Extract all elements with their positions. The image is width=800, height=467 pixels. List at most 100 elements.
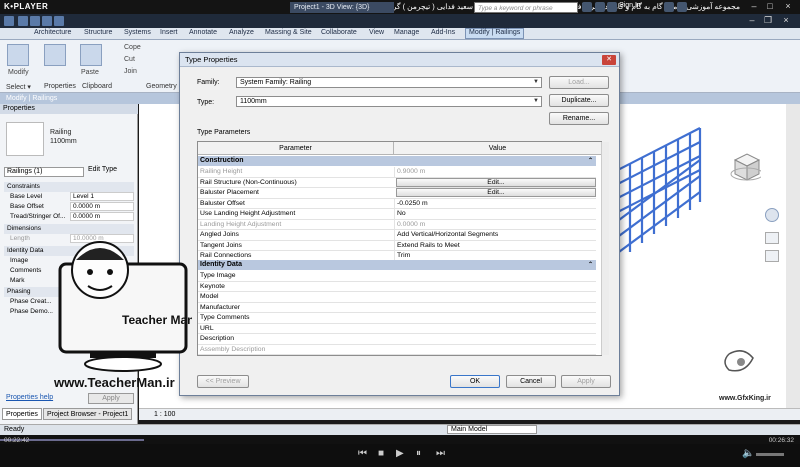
- tab-systems[interactable]: Systems: [124, 29, 151, 36]
- parameter-row[interactable]: Angled Joins Add Vertical/Horizontal Segm…: [198, 230, 596, 241]
- redo-icon[interactable]: [54, 16, 64, 26]
- parameter-row[interactable]: Use Landing Height Adjustment No: [198, 209, 596, 220]
- search-input[interactable]: Type a keyword or phrase: [474, 2, 578, 13]
- tab-analyze[interactable]: Analyze: [229, 29, 254, 36]
- parameter-row[interactable]: Tangent Joins Extend Rails to Meet: [198, 240, 596, 251]
- parameter-row[interactable]: Type Image: [198, 271, 596, 282]
- view-scale[interactable]: 1 : 100: [154, 411, 175, 418]
- open-icon[interactable]: [18, 16, 28, 26]
- railing-model[interactable]: [600, 118, 760, 288]
- tab-manage[interactable]: Manage: [394, 29, 419, 36]
- tab-project-browser[interactable]: Project Browser - Project1: [43, 408, 133, 420]
- steering-wheel-icon[interactable]: [765, 208, 779, 222]
- table-scrollbar[interactable]: [601, 142, 609, 355]
- instance-filter-dropdown[interactable]: Railings (1): [4, 167, 84, 177]
- tab-properties[interactable]: Properties: [2, 408, 42, 420]
- ok-button[interactable]: OK: [450, 375, 500, 388]
- volume-slider[interactable]: [756, 453, 784, 456]
- save-icon[interactable]: [30, 16, 40, 26]
- prop-row[interactable]: Tread/Stringer Of... 0.0000 m: [4, 212, 134, 222]
- tab-add-ins[interactable]: Add-Ins: [431, 29, 455, 36]
- parameter-value[interactable]: No: [394, 209, 596, 219]
- tab-insert[interactable]: Insert: [160, 29, 178, 36]
- next-icon[interactable]: ⏭: [436, 448, 445, 459]
- revit-restore-icon[interactable]: ❐: [762, 15, 774, 26]
- stop-icon[interactable]: ■: [378, 448, 384, 459]
- tab-architecture[interactable]: Architecture: [34, 29, 71, 36]
- tab-view[interactable]: View: [369, 29, 384, 36]
- parameter-row[interactable]: Keynote: [198, 282, 596, 292]
- edit-type-button[interactable]: Edit Type: [88, 166, 117, 173]
- group-identity-data[interactable]: Identity Data ⌃: [198, 260, 596, 270]
- tab-structure[interactable]: Structure: [84, 29, 112, 36]
- undo-icon[interactable]: [42, 16, 52, 26]
- tab-massing-site[interactable]: Massing & Site: [265, 29, 312, 36]
- prop-row[interactable]: Base Offset 0.0000 m: [4, 202, 134, 212]
- revit-close-icon[interactable]: ×: [780, 15, 792, 26]
- parameter-value[interactable]: Add Vertical/Horizontal Segments: [394, 230, 596, 240]
- collapse-icon[interactable]: ⌃: [588, 260, 593, 270]
- tab-collaborate[interactable]: Collaborate: [321, 29, 357, 36]
- parameter-value[interactable]: -0.0250 m: [394, 198, 596, 209]
- cancel-button[interactable]: Cancel: [506, 375, 556, 388]
- tab-modify-railings[interactable]: Modify | Railings: [465, 28, 525, 39]
- parameter-row[interactable]: Baluster Offset -0.0250 m: [198, 198, 596, 209]
- select-panel-label[interactable]: Select ▾: [6, 83, 31, 91]
- paste-icon[interactable]: [80, 44, 102, 66]
- duplicate-button[interactable]: Duplicate...: [549, 94, 609, 107]
- parameter-row[interactable]: Description: [198, 334, 596, 345]
- rename-button[interactable]: Rename...: [549, 112, 609, 125]
- properties-help-link[interactable]: Properties help: [6, 394, 53, 401]
- user-icon[interactable]: [607, 2, 617, 12]
- prop-value[interactable]: 0.0000 m: [70, 212, 134, 221]
- maximize-icon[interactable]: □: [764, 1, 776, 12]
- exchange-icon[interactable]: [664, 2, 674, 12]
- parameter-row[interactable]: Baluster Placement Edit...: [198, 188, 596, 199]
- edit-button[interactable]: Edit...: [396, 188, 596, 197]
- prop-value[interactable]: Level 1: [70, 192, 134, 201]
- prop-row[interactable]: Base Level Level 1: [4, 192, 134, 202]
- group-construction[interactable]: Construction ⌃: [198, 156, 596, 166]
- pan-icon[interactable]: [765, 250, 779, 262]
- load-button[interactable]: Load...: [549, 76, 609, 89]
- minimize-icon[interactable]: –: [748, 1, 760, 12]
- previous-icon[interactable]: ⏮: [358, 448, 367, 459]
- parameter-row[interactable]: Manufacturer: [198, 303, 596, 313]
- group-constraints[interactable]: Constraints: [4, 182, 134, 192]
- close-icon[interactable]: ×: [782, 1, 794, 12]
- parameter-row[interactable]: Model: [198, 292, 596, 303]
- properties-apply-button[interactable]: Apply: [88, 393, 134, 404]
- active-model-dropdown[interactable]: Main Model: [447, 425, 537, 434]
- type-dropdown[interactable]: 1100mm ▼: [236, 96, 542, 107]
- parameter-row[interactable]: URL: [198, 324, 596, 334]
- play-icon[interactable]: ▶: [396, 448, 404, 459]
- vertical-scrollbar[interactable]: [786, 104, 800, 408]
- type-properties-icon[interactable]: [44, 44, 66, 66]
- preview-button[interactable]: << Preview: [197, 375, 249, 388]
- apply-button[interactable]: Apply: [561, 375, 611, 388]
- parameter-row[interactable]: Rail Structure (Non-Continuous) Edit...: [198, 177, 596, 188]
- revit-minimize-icon[interactable]: –: [746, 15, 758, 26]
- dialog-close-icon[interactable]: ✕: [602, 55, 616, 65]
- group-dimensions[interactable]: Dimensions: [4, 224, 134, 234]
- volume-icon[interactable]: 🔈: [742, 448, 754, 459]
- app-menu-icon[interactable]: [4, 16, 14, 26]
- modify-tool-icon[interactable]: [7, 44, 29, 66]
- pause-icon[interactable]: ⏸: [416, 448, 421, 459]
- zoom-icon[interactable]: [765, 232, 779, 244]
- type-selector[interactable]: Railing 1100mm: [50, 128, 77, 146]
- parameter-row[interactable]: Type Comments: [198, 313, 596, 324]
- cope-button[interactable]: Cope: [124, 44, 141, 51]
- sign-in-link[interactable]: Sign In: [619, 2, 641, 9]
- parameter-value[interactable]: Extend Rails to Meet: [394, 240, 596, 251]
- join-button[interactable]: Join: [124, 68, 137, 75]
- search-icon[interactable]: [582, 2, 592, 12]
- prop-value[interactable]: 0.0000 m: [70, 202, 134, 211]
- viewcube-icon[interactable]: [727, 150, 761, 184]
- help-icon[interactable]: [677, 2, 687, 12]
- subscription-icon[interactable]: [595, 2, 605, 12]
- tab-annotate[interactable]: Annotate: [189, 29, 217, 36]
- collapse-icon[interactable]: ⌃: [588, 156, 593, 166]
- family-dropdown[interactable]: System Family: Railing ▼: [236, 77, 542, 88]
- edit-button[interactable]: Edit...: [396, 177, 596, 187]
